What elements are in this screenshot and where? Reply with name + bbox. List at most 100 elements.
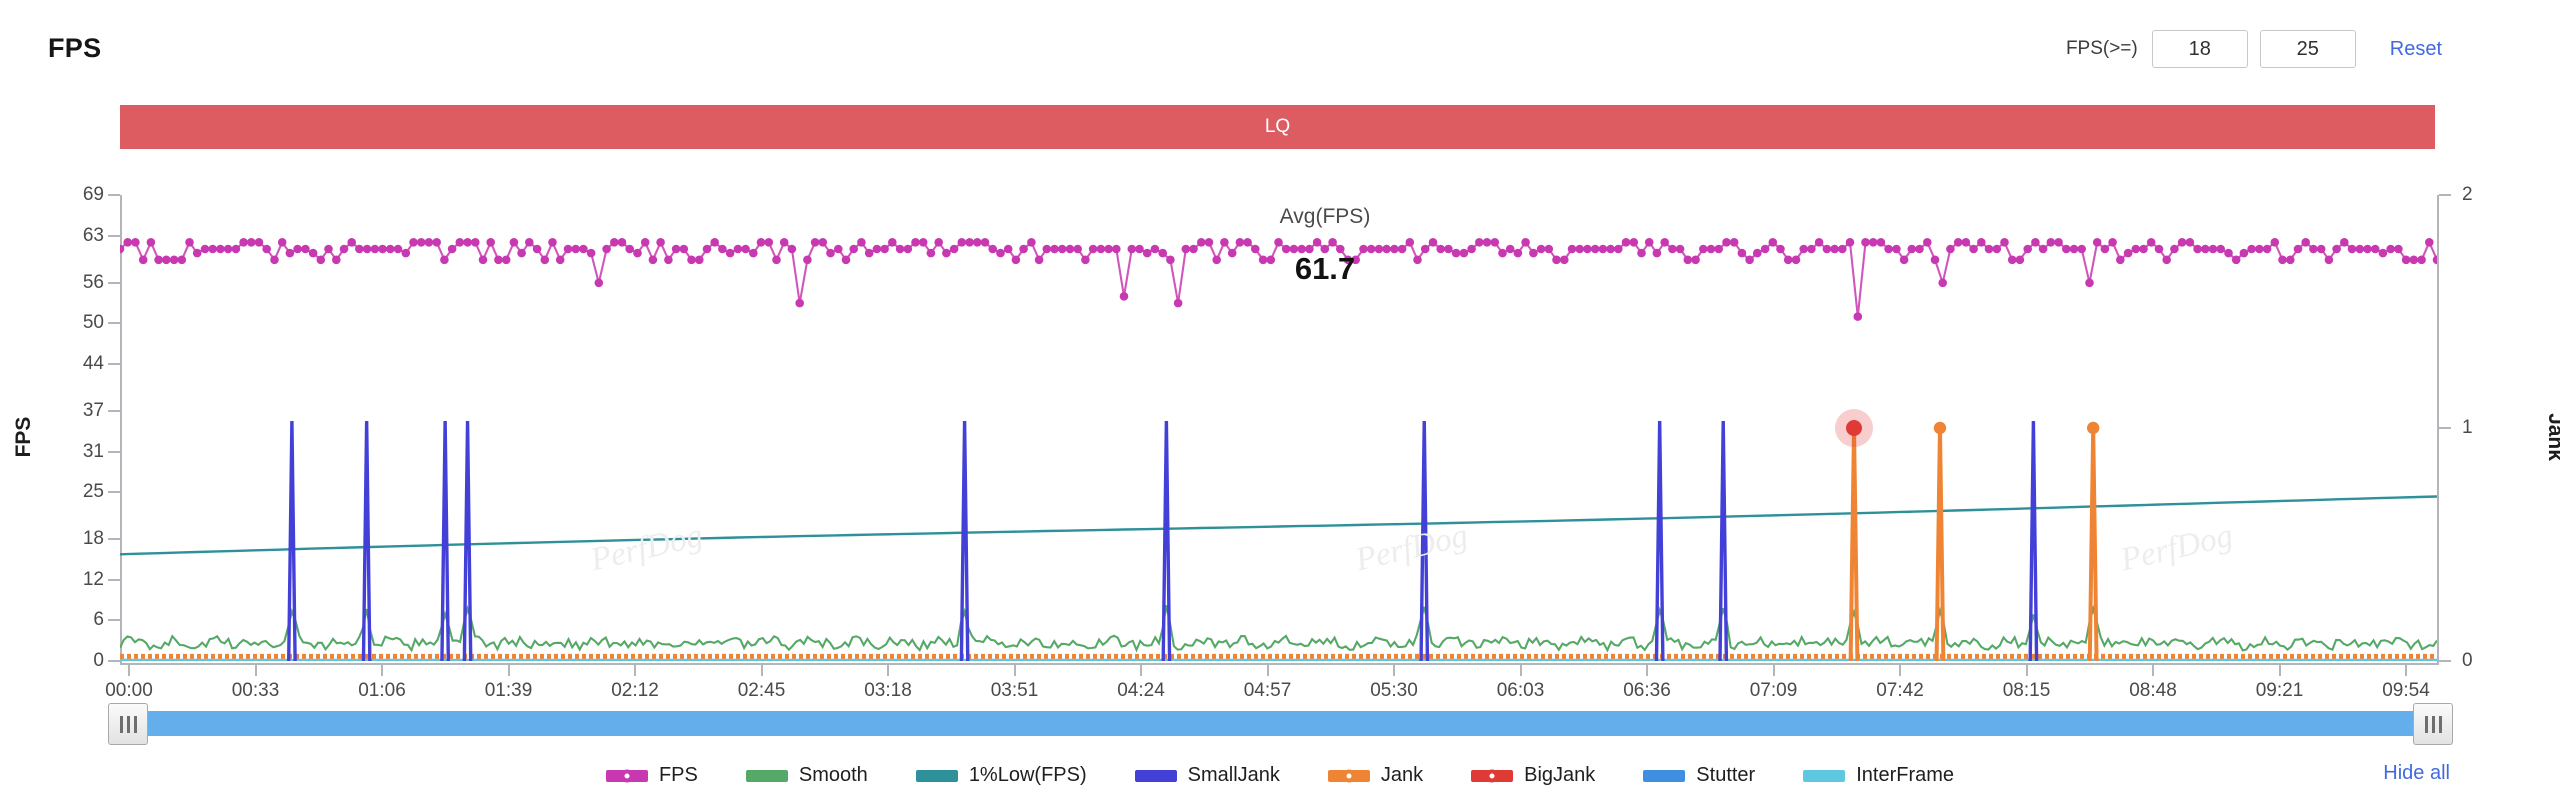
fps-point[interactable] (2340, 238, 2349, 247)
fps-point[interactable] (393, 244, 403, 254)
fps-point[interactable] (903, 244, 913, 254)
fps-point[interactable] (594, 278, 604, 288)
fps-point[interactable] (571, 244, 580, 254)
fps-point[interactable] (1745, 255, 1754, 265)
legend-item-smalljank[interactable]: SmallJank (1134, 764, 1280, 787)
fps-point[interactable] (162, 255, 171, 265)
fps-point[interactable] (1884, 244, 1893, 254)
fps-point[interactable] (664, 255, 673, 265)
fps-point[interactable] (192, 248, 202, 258)
fps-point[interactable] (702, 244, 712, 254)
fps-point[interactable] (131, 238, 140, 247)
fps-point[interactable] (1961, 238, 1971, 247)
fps-point[interactable] (2177, 238, 2187, 247)
fps-point[interactable] (980, 238, 990, 247)
fps-point[interactable] (1830, 244, 1839, 254)
fps-point[interactable] (208, 244, 217, 254)
fps-point[interactable] (138, 255, 148, 265)
fps-point[interactable] (1521, 238, 1530, 247)
fps-point[interactable] (1482, 238, 1492, 247)
legend-item-jank[interactable]: Jank (1327, 764, 1423, 787)
fps-point[interactable] (1173, 298, 1183, 308)
fps-point[interactable] (579, 244, 588, 254)
fps-point[interactable] (1336, 244, 1345, 254)
fps-point[interactable] (841, 255, 851, 265)
fps-point[interactable] (1382, 244, 1391, 254)
fps-point[interactable] (1289, 244, 1299, 254)
fps-point[interactable] (1560, 255, 1569, 265)
fps-point[interactable] (2347, 244, 2357, 254)
fps-point[interactable] (973, 238, 982, 247)
fps-point[interactable] (1158, 248, 1167, 258)
fps-point[interactable] (1706, 244, 1716, 254)
fps-point[interactable] (2332, 244, 2341, 254)
fps-point[interactable] (231, 244, 241, 254)
fps-point[interactable] (177, 255, 187, 265)
fps-point[interactable] (1065, 244, 1075, 254)
fps-point[interactable] (1320, 244, 1330, 254)
fps-point[interactable] (2069, 244, 2079, 254)
fps-point[interactable] (525, 238, 534, 247)
fps-point[interactable] (1135, 244, 1144, 254)
fps-point[interactable] (1405, 238, 1415, 247)
fps-point[interactable] (1181, 244, 1191, 254)
fps-point[interactable] (934, 238, 943, 247)
fps-point[interactable] (1915, 244, 1924, 254)
jank-spike[interactable] (1848, 427, 1860, 661)
fps-point[interactable] (347, 238, 356, 247)
fps-point[interactable] (355, 244, 364, 254)
fps-point[interactable] (2007, 255, 2017, 265)
fps-point[interactable] (733, 244, 743, 254)
fps-point[interactable] (617, 238, 627, 247)
fps-point[interactable] (1799, 244, 1808, 254)
fps-point[interactable] (2031, 238, 2040, 247)
fps-point[interactable] (602, 244, 611, 254)
fps-point[interactable] (1050, 244, 1059, 254)
fps-point[interactable] (1436, 244, 1445, 254)
time-range-slider[interactable] (108, 703, 2453, 747)
fps-point[interactable] (1027, 238, 1036, 247)
fps-point[interactable] (888, 238, 897, 247)
fps-point[interactable] (1390, 244, 1399, 254)
fps-point[interactable] (370, 244, 380, 254)
fps-point[interactable] (432, 238, 442, 247)
fps-max-input[interactable] (2259, 30, 2356, 68)
fps-point[interactable] (1583, 244, 1592, 254)
fps-point[interactable] (625, 244, 634, 254)
fps-point[interactable] (1011, 255, 1021, 265)
fps-point[interactable] (548, 238, 557, 247)
fps-point[interactable] (1699, 244, 1708, 254)
fps-point[interactable] (262, 244, 271, 254)
fps-point[interactable] (1845, 238, 1855, 247)
fps-point[interactable] (1737, 248, 1747, 258)
smalljank-spike[interactable] (287, 420, 297, 661)
fps-point[interactable] (864, 248, 874, 258)
series-canvas[interactable] (120, 195, 2437, 661)
fps-point[interactable] (401, 248, 411, 258)
fps-point[interactable] (1621, 238, 1631, 247)
fps-point[interactable] (1498, 248, 1507, 258)
jank-point[interactable] (2086, 421, 2100, 435)
fps-point[interactable] (1281, 244, 1291, 254)
smalljank-spike[interactable] (2028, 420, 2039, 661)
fps-point[interactable] (1266, 255, 1276, 265)
fps-point[interactable] (1189, 244, 1198, 254)
fps-point[interactable] (895, 244, 905, 254)
fps-point[interactable] (1637, 248, 1646, 258)
range-end-handle[interactable] (2413, 703, 2453, 745)
fps-point[interactable] (1166, 255, 1175, 265)
legend-item-smooth[interactable]: Smooth (745, 764, 868, 787)
fps-point[interactable] (471, 238, 480, 247)
fps-point[interactable] (2231, 255, 2241, 265)
fps-point[interactable] (610, 238, 619, 247)
reset-button[interactable]: Reset (2390, 38, 2442, 61)
legend-item-interframe[interactable]: InterFrame (1803, 764, 1954, 787)
fps-point[interactable] (764, 238, 774, 247)
fps-point[interactable] (424, 238, 434, 247)
fps-point[interactable] (2316, 244, 2326, 254)
slider-track[interactable] (132, 711, 2432, 736)
fps-point[interactable] (1660, 238, 1669, 247)
fps-point[interactable] (2216, 244, 2225, 254)
fps-point[interactable] (1783, 255, 1793, 265)
fps-point[interactable] (1444, 244, 1453, 254)
